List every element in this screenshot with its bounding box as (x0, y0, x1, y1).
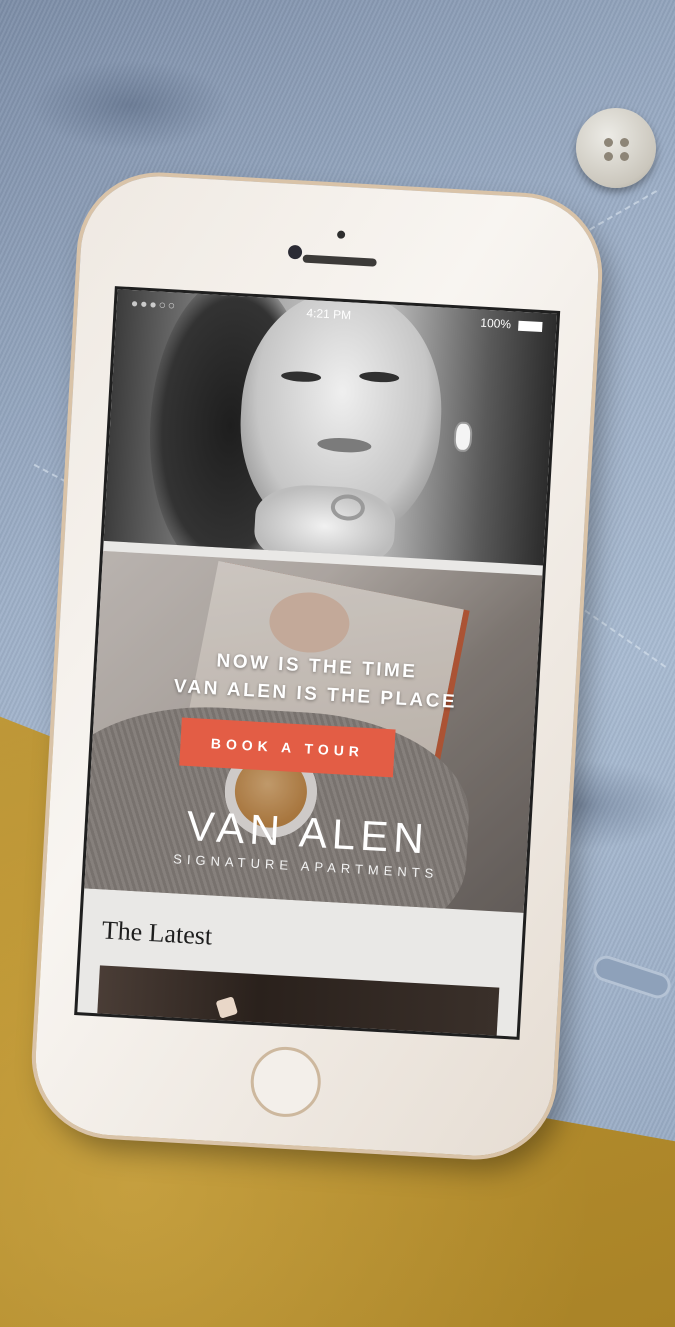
phone-screen: ●●●○○ 4:21 PM 100% NOW IS THE TIME VAN A… (74, 286, 561, 1040)
denim-fold (30, 60, 230, 150)
button-hole (620, 138, 629, 147)
shirt-button (576, 108, 656, 188)
button-hole (604, 152, 613, 161)
home-button[interactable] (248, 1045, 323, 1119)
front-camera-icon (287, 244, 303, 260)
latest-post-thumbnail[interactable] (96, 965, 500, 1040)
proximity-sensor (336, 230, 346, 239)
promo-banner: NOW IS THE TIME VAN ALEN IS THE PLACE BO… (84, 550, 543, 913)
thumbnail-detail (215, 996, 239, 1019)
smartphone: ●●●○○ 4:21 PM 100% NOW IS THE TIME VAN A… (31, 172, 603, 1160)
latest-section-title: The Latest (101, 915, 214, 951)
status-time: 4:21 PM (306, 305, 352, 323)
signal-indicator: ●●●○○ (130, 296, 178, 313)
battery-percent: 100% (479, 315, 512, 332)
earpiece-speaker (302, 254, 377, 267)
battery-status: 100% (480, 316, 543, 333)
button-hole (620, 152, 629, 161)
battery-icon (518, 320, 543, 332)
button-hole (604, 138, 613, 147)
portrait-earring (455, 423, 471, 451)
